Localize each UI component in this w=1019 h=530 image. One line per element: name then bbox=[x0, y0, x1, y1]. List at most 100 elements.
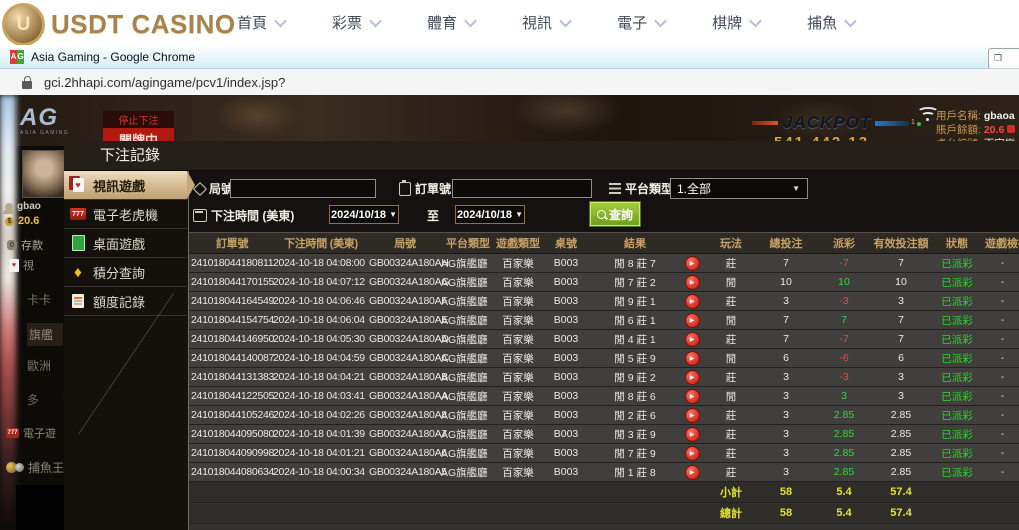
valid-cell: 7 bbox=[873, 314, 929, 326]
payout-cell: 2.85 bbox=[815, 466, 873, 478]
replay-button[interactable]: ▶ bbox=[685, 408, 700, 423]
lobby-item-europe[interactable]: 歐洲 bbox=[27, 357, 51, 374]
nav-item-0[interactable]: 首頁 bbox=[237, 12, 285, 33]
payout-cell: -6 bbox=[815, 352, 873, 364]
nav-item-5[interactable]: 棋牌 bbox=[712, 12, 760, 33]
date-to-picker[interactable]: 2024/10/18▼ bbox=[455, 205, 525, 224]
bet-cell: 7 bbox=[757, 333, 815, 345]
table-row: 2410180441808112024-10-18 04:08:00GB0032… bbox=[189, 254, 1019, 273]
game-cell: 百家樂 bbox=[495, 465, 541, 480]
status-cell: 已派彩 bbox=[929, 275, 985, 290]
replay-cell: ▶ bbox=[679, 294, 705, 309]
window-titlebar[interactable]: A G Asia Gaming - Google Chrome ❐ bbox=[0, 45, 1019, 69]
round-input[interactable] bbox=[230, 179, 376, 198]
result-cell: 閒 2 莊 6 bbox=[591, 408, 679, 423]
sidebar-item-video-games[interactable]: ♥ 視訊遊戲 bbox=[64, 171, 187, 200]
header-table: 桌號 bbox=[541, 235, 591, 251]
table-row: 2410180440950802024-10-18 04:01:39GB0032… bbox=[189, 425, 1019, 444]
result-cell: 閒 9 莊 1 bbox=[591, 294, 679, 309]
table-cell: B003 bbox=[541, 257, 591, 269]
sidebar-item-slot-machine[interactable]: 777 電子老虎機 bbox=[64, 200, 187, 229]
sidebar-item-points-query[interactable]: ♦ 積分查詢 bbox=[64, 258, 187, 287]
round-cell: GB00324A180AB bbox=[369, 371, 441, 383]
bet-cell: 6 bbox=[757, 352, 815, 364]
jackpot-left-stripe bbox=[752, 121, 778, 125]
replay-button[interactable]: ▶ bbox=[685, 332, 700, 347]
replay-button[interactable]: ▶ bbox=[685, 351, 700, 366]
round-cell: GB00324A180AE bbox=[369, 314, 441, 326]
lobby-video[interactable]: ♥視 bbox=[9, 257, 34, 273]
replay-button[interactable]: ▶ bbox=[685, 389, 700, 404]
replay-button[interactable]: ▶ bbox=[685, 256, 700, 271]
search-button[interactable]: 查詢 bbox=[590, 202, 640, 226]
points-query-icon: ♦ bbox=[69, 263, 87, 281]
nav-item-1[interactable]: 彩票 bbox=[332, 12, 380, 33]
empty-row bbox=[189, 524, 1019, 530]
replay-button[interactable]: ▶ bbox=[685, 275, 700, 290]
lobby-deposit[interactable]: 0存款 bbox=[7, 237, 43, 253]
lobby-item-slots[interactable]: 777電子遊 bbox=[6, 425, 56, 441]
replay-button[interactable]: ▶ bbox=[685, 294, 700, 309]
window-restore-button[interactable]: ❐ bbox=[988, 48, 1019, 69]
status-cell: 已派彩 bbox=[929, 313, 985, 328]
header-play: 玩法 bbox=[705, 235, 757, 251]
platform-type-select[interactable]: 1.全部 ▼ bbox=[670, 178, 808, 199]
modal-title: 下注記錄 bbox=[64, 141, 1019, 171]
platform-cell: AG旗艦廳 bbox=[441, 275, 495, 290]
payout-cell: -7 bbox=[815, 257, 873, 269]
platform-cell: AG旗艦廳 bbox=[441, 351, 495, 366]
replay-button[interactable]: ▶ bbox=[685, 313, 700, 328]
replay-cell: ▶ bbox=[679, 408, 705, 423]
deposit-icon: 0 bbox=[7, 240, 17, 250]
result-cell: 閒 3 莊 9 bbox=[591, 427, 679, 442]
round-cell: GB00324A180AA bbox=[369, 390, 441, 402]
fish-coin-icon-2 bbox=[15, 463, 24, 472]
lock-icon bbox=[22, 81, 32, 89]
sidebar-item-table-games[interactable]: 桌面遊戲 bbox=[64, 229, 187, 258]
table-cell: B003 bbox=[541, 428, 591, 440]
view-cell: - bbox=[985, 447, 1019, 459]
game-cell: 百家樂 bbox=[495, 370, 541, 385]
valid-cell: 3 bbox=[873, 390, 929, 402]
table-row: 2410180441547542024-10-18 04:06:04GB0032… bbox=[189, 311, 1019, 330]
date-from-picker[interactable]: 2024/10/18▼ bbox=[329, 205, 399, 224]
chevron-down-icon bbox=[274, 15, 287, 28]
game-page: AG ASIA GAMING 停止下注 開牌中 JACKPOT 541,442.… bbox=[0, 95, 1019, 530]
nav-item-label: 捕魚 bbox=[807, 12, 837, 33]
nav-item-4[interactable]: 電子 bbox=[617, 12, 665, 33]
payout-cell: 3 bbox=[815, 390, 873, 402]
header-view: 遊戲檢視 bbox=[985, 235, 1019, 251]
subtotal-label: 小計 bbox=[705, 484, 757, 500]
view-cell: - bbox=[985, 466, 1019, 478]
order-cell: 241018044164549 bbox=[189, 295, 273, 307]
platform-cell: AG旗艦廳 bbox=[441, 389, 495, 404]
lobby-item-fishing[interactable]: 捕魚王 bbox=[6, 459, 64, 476]
nav-item-3[interactable]: 視訊 bbox=[522, 12, 570, 33]
round-cell: GB00324A180AH bbox=[369, 257, 441, 269]
lobby-item-flagship[interactable]: 旗艦 bbox=[27, 323, 63, 346]
play-cell: 閒 bbox=[705, 313, 757, 328]
replay-button[interactable]: ▶ bbox=[685, 465, 700, 480]
lobby-item-kaka[interactable]: 卡卡 bbox=[27, 291, 51, 308]
replay-button[interactable]: ▶ bbox=[685, 370, 700, 385]
lobby-balance: $20.6 bbox=[5, 215, 39, 227]
replay-button[interactable]: ▶ bbox=[685, 427, 700, 442]
replay-button[interactable]: ▶ bbox=[685, 446, 700, 461]
refresh-balance-icon[interactable] bbox=[1007, 125, 1015, 133]
bet-cell: 3 bbox=[757, 466, 815, 478]
address-bar[interactable]: gci.2hhapi.com/agingame/pcv1/index.jsp? bbox=[0, 69, 1019, 97]
order-input[interactable] bbox=[452, 179, 592, 198]
subtotal-row: 小計 58 5.4 57.4 bbox=[189, 482, 1019, 503]
table-cell: B003 bbox=[541, 466, 591, 478]
platform-cell: AG旗艦廳 bbox=[441, 446, 495, 461]
order-cell: 241018044105246 bbox=[189, 409, 273, 421]
table-cell: B003 bbox=[541, 295, 591, 307]
nav-item-2[interactable]: 體育 bbox=[427, 12, 475, 33]
time-cell: 2024-10-18 04:04:59 bbox=[273, 352, 369, 364]
valid-cell: 6 bbox=[873, 352, 929, 364]
header-time: 下注時間 (美東) bbox=[273, 235, 369, 251]
header-platform: 平台類型 bbox=[441, 235, 495, 251]
site-logo[interactable]: U USDT CASINO bbox=[2, 3, 236, 46]
platform-cell: AG旗艦廳 bbox=[441, 256, 495, 271]
nav-item-6[interactable]: 捕魚 bbox=[807, 12, 855, 33]
